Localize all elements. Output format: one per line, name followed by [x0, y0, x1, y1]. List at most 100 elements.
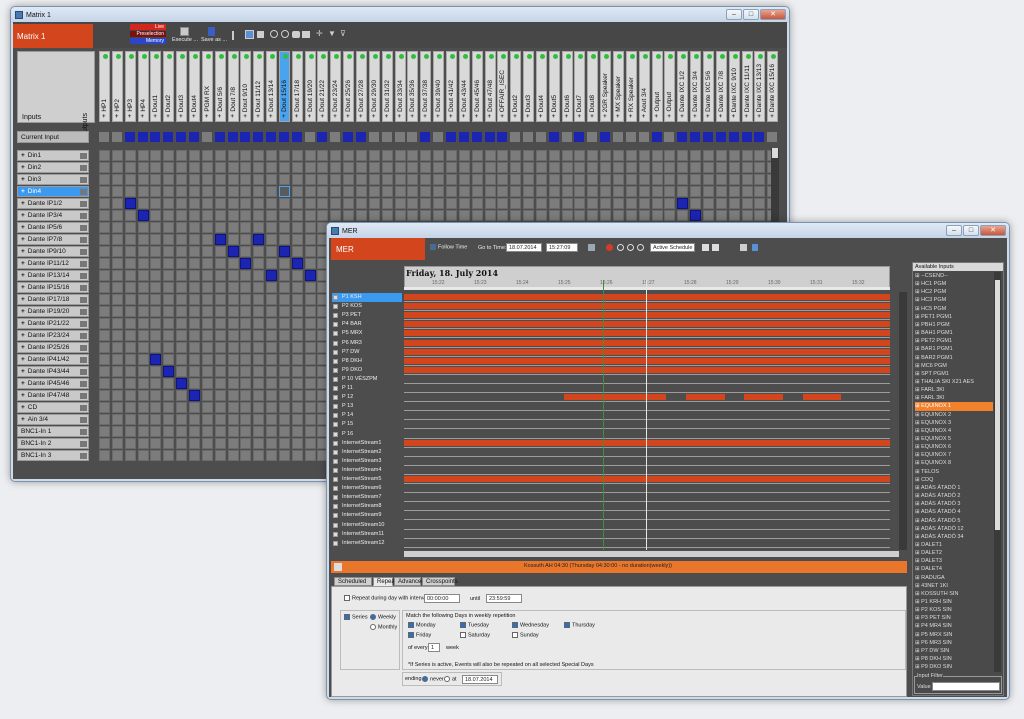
- crosspoint-cell[interactable]: [317, 210, 329, 221]
- crosspoint-cell[interactable]: [535, 210, 547, 221]
- expand-icon[interactable]: +: [320, 114, 324, 120]
- crosspoint-cell[interactable]: [99, 162, 110, 173]
- expand-icon[interactable]: +: [21, 392, 25, 399]
- layout-icon[interactable]: [740, 244, 747, 251]
- crosspoint-cell[interactable]: [240, 270, 252, 281]
- row-settings-icon[interactable]: [80, 189, 87, 195]
- crosspoint-cell[interactable]: [163, 186, 175, 197]
- crosspoint-cell[interactable]: [253, 426, 265, 437]
- crosspoint-cell[interactable]: [124, 258, 136, 269]
- expand-icon[interactable]: +: [423, 114, 427, 120]
- crosspoint-cell[interactable]: [99, 354, 110, 365]
- follow-time-checkbox[interactable]: Follow Time: [430, 244, 467, 250]
- crosspoint-cell[interactable]: [510, 150, 522, 161]
- available-input-item[interactable]: ⊞ BAH1 PGM1: [915, 329, 993, 337]
- output-column-header[interactable]: Dout 13/14 +: [266, 51, 278, 122]
- scheduled-event-bar[interactable]: [564, 394, 633, 401]
- track-row[interactable]: InternetStream9: [332, 511, 402, 520]
- available-input-item[interactable]: ⊞ EQUINOX 6: [915, 443, 993, 451]
- interval-input[interactable]: 00:00:00: [424, 594, 460, 603]
- output-column-header[interactable]: 2GR Speaker +: [600, 51, 612, 122]
- crosspoint-cell[interactable]: [304, 450, 316, 461]
- crosspoint-cell[interactable]: [227, 162, 239, 173]
- expand-icon[interactable]: +: [102, 114, 106, 120]
- row-settings-icon[interactable]: [80, 165, 87, 171]
- track-lane[interactable]: [404, 293, 890, 302]
- never-radio[interactable]: never: [422, 676, 444, 682]
- track-expand-icon[interactable]: [333, 322, 338, 328]
- crosspoint-cell[interactable]: [163, 294, 175, 305]
- crosspoint-cell[interactable]: [253, 294, 265, 305]
- output-column-header[interactable]: Dout 31/32 +: [381, 51, 393, 122]
- crosspoint-cell[interactable]: [253, 342, 265, 353]
- output-column-header[interactable]: PGM RX +: [201, 51, 213, 122]
- output-column-header[interactable]: Dout2 +: [510, 51, 522, 122]
- crosspoint-cell[interactable]: [240, 438, 252, 449]
- crosspoint-cell[interactable]: [278, 330, 290, 341]
- crosspoint-cell[interactable]: [278, 282, 290, 293]
- crosspoint-cell[interactable]: [111, 210, 123, 221]
- track-row[interactable]: InternetStream12: [332, 539, 402, 548]
- crosspoint-cell[interactable]: [227, 174, 239, 185]
- crosspoint-cell[interactable]: [124, 318, 136, 329]
- track-row[interactable]: InternetStream11: [332, 530, 402, 539]
- layout-icon[interactable]: [257, 31, 264, 38]
- crosspoint-cell[interactable]: [574, 150, 586, 161]
- crosspoint-cell[interactable]: [124, 210, 136, 221]
- crosspoint-cell[interactable]: [176, 306, 188, 317]
- track-lane[interactable]: [404, 384, 890, 393]
- crosspoint-cell[interactable]: [163, 306, 175, 317]
- crosspoint-cell[interactable]: [188, 186, 200, 197]
- crosspoint-cell[interactable]: [188, 402, 200, 413]
- crosspoint-cell[interactable]: [137, 414, 149, 425]
- track-lane[interactable]: [404, 511, 890, 521]
- crosspoint-cell[interactable]: [150, 414, 162, 425]
- output-column-header[interactable]: Dante IXC 11/11 +: [741, 51, 753, 122]
- close-button[interactable]: ✕: [760, 9, 786, 20]
- available-input-item[interactable]: ⊞ ADÁS ÁTADÓ 12: [915, 525, 993, 533]
- crosspoint-cell[interactable]: [150, 426, 162, 437]
- crosspoint-cell[interactable]: [625, 210, 637, 221]
- crosspoint-cell[interactable]: [266, 186, 278, 197]
- crosspoint-cell[interactable]: [368, 186, 380, 197]
- crosspoint-cell[interactable]: [253, 318, 265, 329]
- crosspoint-cell[interactable]: [330, 198, 342, 209]
- crosspoint-cell[interactable]: [214, 390, 226, 401]
- crosspoint-cell[interactable]: [587, 198, 599, 209]
- crosspoint-cell[interactable]: [253, 210, 265, 221]
- crosspoint-cell[interactable]: [471, 210, 483, 221]
- output-column-header[interactable]: Dout 7/8 +: [227, 51, 239, 122]
- crosspoint-cell[interactable]: [163, 354, 175, 365]
- track-row[interactable]: P 15: [332, 420, 402, 429]
- clear-filter-icon[interactable]: ⊽: [340, 30, 348, 38]
- crosspoint-cell[interactable]: [266, 378, 278, 389]
- crosspoint-cell[interactable]: [690, 198, 702, 209]
- crosspoint-cell[interactable]: [214, 426, 226, 437]
- track-expand-icon[interactable]: [333, 386, 338, 391]
- crosspoint-cell[interactable]: [651, 198, 663, 209]
- crosspoint-cell[interactable]: [304, 318, 316, 329]
- crosspoint-cell[interactable]: [227, 438, 239, 449]
- scheduled-event-bar[interactable]: [802, 394, 842, 401]
- crosspoint-cell[interactable]: [458, 150, 470, 161]
- crosspoint-cell[interactable]: [111, 282, 123, 293]
- track-expand-icon[interactable]: [333, 477, 338, 482]
- track-lane[interactable]: [404, 302, 890, 312]
- expand-icon[interactable]: +: [308, 114, 312, 120]
- track-lane[interactable]: [404, 357, 890, 366]
- save-as-icon[interactable]: [208, 27, 215, 36]
- crosspoint-cell[interactable]: [176, 390, 188, 401]
- output-column-header[interactable]: Dout8 +: [587, 51, 599, 122]
- crosspoint-cell[interactable]: [99, 414, 110, 425]
- crosspoint-cell[interactable]: [201, 366, 213, 377]
- available-input-item[interactable]: ⊞ DALET2: [915, 549, 993, 557]
- crosspoint-cell[interactable]: [137, 246, 149, 257]
- expand-icon[interactable]: +: [680, 114, 684, 120]
- crosspoint-cell[interactable]: [253, 438, 265, 449]
- crosspoint-cell[interactable]: [677, 198, 689, 209]
- crosspoint-cell[interactable]: [111, 246, 123, 257]
- crosspoint-cell[interactable]: [150, 366, 162, 377]
- crosspoint-cell[interactable]: [150, 306, 162, 317]
- crosspoint-cell[interactable]: [253, 390, 265, 401]
- crosspoint-cell[interactable]: [124, 342, 136, 353]
